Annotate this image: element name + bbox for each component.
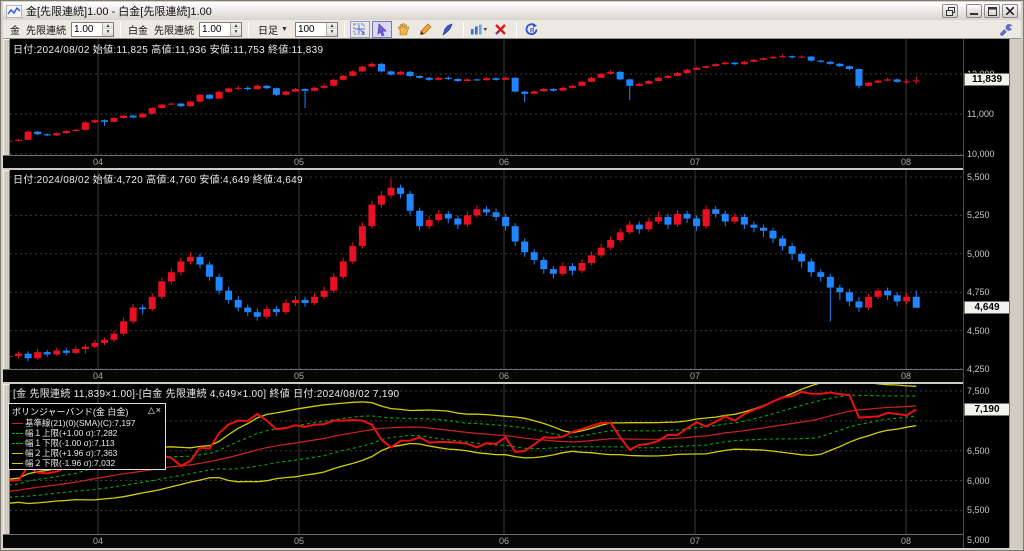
legend-line-swatch bbox=[12, 433, 23, 434]
y-axis-tick-label: 5,250 bbox=[967, 210, 990, 220]
x-axis-month-label: 05 bbox=[291, 157, 307, 167]
wrench-icon[interactable] bbox=[996, 21, 1016, 38]
chevron-down-icon: ▼ bbox=[281, 26, 288, 33]
maximize-button[interactable] bbox=[984, 4, 1000, 18]
legend-line-swatch bbox=[12, 423, 23, 424]
x-axis-month-label: 05 bbox=[291, 536, 307, 546]
platinum-x-axis: 04 05 06 07 08 bbox=[3, 369, 963, 382]
instrument1-series-label: 先限連続 bbox=[26, 22, 66, 37]
instrument1-label: 金 bbox=[10, 22, 20, 37]
platinum-candlestick-plot[interactable] bbox=[10, 170, 963, 369]
legend-collapse-close-controls[interactable]: △× bbox=[148, 405, 162, 418]
legend-item: 幅２下限(-1.96 σ):7,032 bbox=[12, 458, 162, 468]
instrument2-label: 白金 bbox=[128, 22, 148, 37]
pane2-splitter-handle[interactable] bbox=[3, 170, 10, 382]
x-axis-month-label: 08 bbox=[898, 371, 914, 381]
instrument2-series-label: 先限連続 bbox=[154, 22, 194, 37]
x-axis-month-label: 06 bbox=[496, 536, 512, 546]
spread-x-axis: 04 05 06 07 08 bbox=[3, 534, 963, 548]
delete-drawing-icon[interactable] bbox=[491, 21, 511, 38]
last-price-box: 7,190 bbox=[964, 403, 1010, 416]
price-axis-column: 12,00011,00010,00011,8395,5005,2505,0004… bbox=[963, 39, 1009, 548]
gold-candlestick-plot[interactable] bbox=[10, 39, 963, 155]
toolbar-separator bbox=[344, 22, 345, 37]
quill-tool-icon[interactable] bbox=[438, 21, 458, 38]
crosshair-tool-icon[interactable] bbox=[350, 21, 370, 38]
y-axis-tick-label: 5,000 bbox=[967, 535, 990, 545]
x-axis-month-label: 08 bbox=[898, 157, 914, 167]
window-title: 金[先限連続]1.00 - 白金[先限連続]1.00 bbox=[26, 3, 940, 19]
last-price-box: 4,649 bbox=[964, 301, 1010, 314]
close-button[interactable] bbox=[1002, 4, 1018, 18]
bollinger-legend-box: ボリンジャーバンド(金 白金) △× 基準線(21)(0)(SMA)(C):7,… bbox=[8, 403, 166, 470]
spinner-arrows[interactable]: ▲▼ bbox=[230, 23, 241, 36]
x-axis-month-label: 08 bbox=[898, 536, 914, 546]
x-axis-month-label: 07 bbox=[687, 371, 703, 381]
titlebar: 金[先限連続]1.00 - 白金[先限連続]1.00 bbox=[3, 2, 1021, 20]
x-axis-month-label: 04 bbox=[90, 157, 106, 167]
vertical-scrollbar[interactable] bbox=[1009, 39, 1023, 548]
y-axis-tick-label: 10,000 bbox=[967, 149, 995, 159]
pencil-tool-icon[interactable] bbox=[416, 21, 436, 38]
instrument1-ratio-spinner: ▲▼ bbox=[71, 22, 114, 37]
select-tool-icon[interactable] bbox=[372, 21, 392, 38]
spread-formula-header: [金 先限連続 11,839×1.00]-[白金 先限連続 4,649×1.00… bbox=[13, 385, 399, 400]
x-axis-month-label: 06 bbox=[496, 157, 512, 167]
x-axis-month-label: 04 bbox=[90, 371, 106, 381]
spinner-arrows[interactable]: ▲▼ bbox=[102, 23, 113, 36]
instrument1-ratio-input[interactable] bbox=[72, 23, 102, 36]
toolbar-separator bbox=[120, 22, 121, 37]
last-price-box: 11,839 bbox=[964, 73, 1010, 86]
hand-tool-icon[interactable] bbox=[394, 21, 414, 38]
y-axis-tick-label: 4,500 bbox=[967, 326, 990, 336]
toolbar-separator bbox=[463, 22, 464, 37]
legend-line-swatch bbox=[12, 443, 23, 444]
gold-x-axis: 04 05 06 07 08 bbox=[3, 155, 963, 168]
legend-line-swatch bbox=[12, 463, 23, 464]
toolbar: 金 先限連続 ▲▼ 白金 先限連続 ▲▼ 日足▼ ▲▼ R bbox=[3, 20, 1021, 39]
instrument2-ratio-spinner: ▲▼ bbox=[199, 22, 242, 37]
bars-count-spinner: ▲▼ bbox=[295, 22, 338, 37]
gold-ohlc-infoline: 日付:2024/08/02 始値:11,825 高値:11,936 安値:11,… bbox=[13, 41, 323, 56]
pane-separator[interactable] bbox=[3, 168, 1009, 170]
minimize-button[interactable] bbox=[966, 4, 982, 18]
x-axis-month-label: 05 bbox=[291, 371, 307, 381]
chart-app-window: 金[先限連続]1.00 - 白金[先限連続]1.00 金 先限連続 ▲▼ 白金 … bbox=[0, 0, 1024, 551]
x-axis-month-label: 07 bbox=[687, 536, 703, 546]
y-axis-tick-label: 6,000 bbox=[967, 476, 990, 486]
x-axis-month-label: 04 bbox=[90, 536, 106, 546]
y-axis-tick-label: 11,000 bbox=[967, 109, 994, 119]
y-axis-tick-label: 5,500 bbox=[967, 172, 990, 182]
app-chart-icon bbox=[6, 5, 22, 18]
platinum-ohlc-infoline: 日付:2024/08/02 始値:4,720 高値:4,760 安値:4,649… bbox=[13, 171, 303, 186]
chart-type-icon[interactable] bbox=[469, 21, 489, 38]
instrument2-ratio-input[interactable] bbox=[200, 23, 230, 36]
y-axis-tick-label: 5,500 bbox=[967, 505, 990, 515]
period-label: 日足 bbox=[258, 22, 278, 37]
pane-separator[interactable] bbox=[3, 382, 1009, 384]
spinner-arrows[interactable]: ▲▼ bbox=[326, 23, 337, 36]
x-axis-month-label: 07 bbox=[687, 157, 703, 167]
y-axis-tick-label: 4,750 bbox=[967, 287, 990, 297]
svg-text:R: R bbox=[530, 28, 535, 34]
pane1-splitter-handle[interactable] bbox=[3, 39, 10, 168]
x-axis-month-label: 06 bbox=[496, 371, 512, 381]
period-dropdown[interactable]: 日足▼ bbox=[255, 22, 291, 37]
y-axis-tick-label: 7,500 bbox=[967, 386, 990, 396]
bars-count-input[interactable] bbox=[296, 23, 326, 36]
restore-window-button[interactable] bbox=[942, 4, 958, 18]
toolbar-separator bbox=[248, 22, 249, 37]
y-axis-tick-label: 5,000 bbox=[967, 249, 990, 259]
y-axis-tick-label: 4,250 bbox=[967, 364, 990, 374]
toolbar-separator bbox=[516, 22, 517, 37]
y-axis-tick-label: 6,500 bbox=[967, 446, 990, 456]
legend-item-label: 幅２下限(-1.96 σ):7,032 bbox=[25, 457, 115, 469]
legend-line-swatch bbox=[12, 453, 23, 454]
refresh-icon[interactable]: R bbox=[522, 21, 542, 38]
